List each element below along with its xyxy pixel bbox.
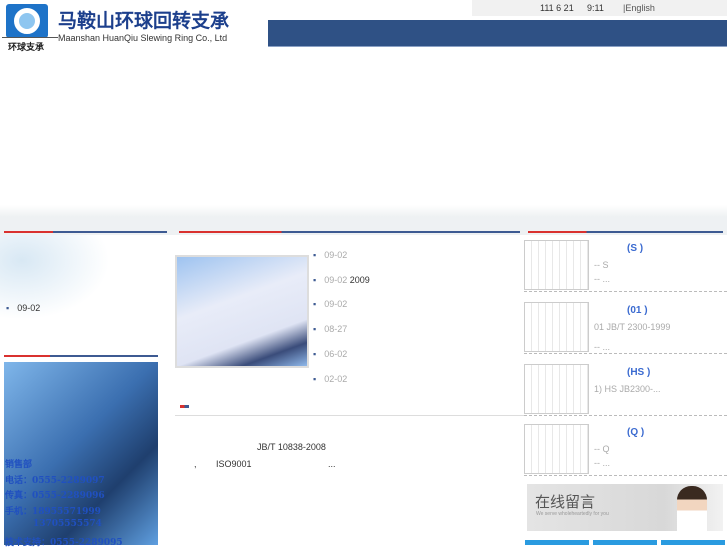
contact-phone: 电话：0555-2289097: [5, 476, 105, 486]
product-title[interactable]: (Q ): [627, 427, 644, 438]
contact-dept: 销售部: [5, 460, 33, 470]
product-drawing: [524, 240, 589, 290]
product-desc: 1) HS JB2300-...: [594, 384, 661, 394]
more-link[interactable]: ...: [328, 459, 336, 469]
product-desc: -- ...: [594, 458, 610, 468]
news-item[interactable]: ▪ 09-02: [313, 250, 347, 260]
product-desc: -- Q: [594, 444, 610, 454]
product-title[interactable]: (HS ): [627, 367, 650, 378]
product-desc: -- S: [594, 260, 609, 270]
logo-cn: 马鞍山环球回转支承: [58, 10, 230, 32]
news-image: [175, 255, 309, 368]
product-desc: -- ...: [594, 274, 610, 284]
nav-button[interactable]: [593, 540, 657, 545]
online-message-title: 在线留言: [535, 494, 596, 511]
date: 111 6 21: [540, 3, 574, 13]
english-link[interactable]: |English: [623, 3, 655, 13]
contact-mobile2: 13705555574: [33, 519, 102, 529]
section-line: [528, 231, 723, 233]
product-title[interactable]: (01 ): [627, 305, 648, 316]
product-title[interactable]: (S ): [627, 243, 643, 254]
contact-support: 技术支持：0555-2289095: [5, 538, 123, 548]
section-line: [179, 231, 520, 233]
product-drawing: [524, 302, 589, 352]
news-item[interactable]: ▪ 09-02: [6, 303, 40, 313]
news-item[interactable]: ▪ 09-02: [313, 299, 347, 309]
product-card[interactable]: (01 ) 01 JB/T 2300-1999 -- ...: [524, 302, 727, 354]
support-agent-image: [677, 486, 707, 531]
contact-fax: 传真：0555-2289096: [5, 491, 105, 501]
nav-band: [268, 20, 727, 47]
product-desc: 01 JB/T 2300-1999: [594, 322, 671, 332]
building-image: [4, 362, 158, 545]
news-item[interactable]: ▪ 08-27: [313, 324, 347, 334]
divider: [2, 37, 58, 38]
online-message-banner[interactable]: 在线留言 We serve wholeheartedly for you: [527, 484, 723, 531]
news-item[interactable]: ▪ 09-02 2009: [313, 275, 370, 285]
logo-sub: 环球支承: [8, 42, 45, 52]
time: 9:11: [587, 3, 604, 13]
logo-q-icon: [14, 8, 40, 34]
product-drawing: [524, 364, 589, 414]
product-drawing: [524, 424, 589, 474]
news-item[interactable]: ▪ 02-02: [313, 374, 347, 384]
contact-mobile: 手机：18955571999: [5, 507, 101, 517]
section-line: [4, 355, 158, 357]
logo-en: Maanshan HuanQiu Slewing Ring Co., Ltd: [58, 33, 228, 43]
intro-text: JB/T 10838-2008: [257, 442, 326, 452]
news-item[interactable]: ▪ 06-02: [313, 349, 347, 359]
section-line: [4, 231, 167, 233]
nav-button[interactable]: [661, 540, 725, 545]
intro-text: ISO9001: [216, 459, 252, 469]
news-date: 09-02: [17, 303, 41, 313]
intro-text: ,: [194, 459, 197, 469]
nav-button[interactable]: [525, 540, 589, 545]
product-card[interactable]: (Q ) -- Q -- ...: [524, 424, 727, 476]
top-bar: 111 6 21 9:11 |English: [472, 0, 727, 16]
divider: [175, 415, 525, 416]
online-message-subtitle: We serve wholeheartedly for you: [536, 511, 609, 517]
section-marker: [180, 405, 189, 408]
product-card[interactable]: (S ) -- S -- ...: [524, 240, 727, 292]
product-card[interactable]: (HS ) 1) HS JB2300-...: [524, 364, 727, 416]
product-desc: -- ...: [594, 342, 610, 352]
